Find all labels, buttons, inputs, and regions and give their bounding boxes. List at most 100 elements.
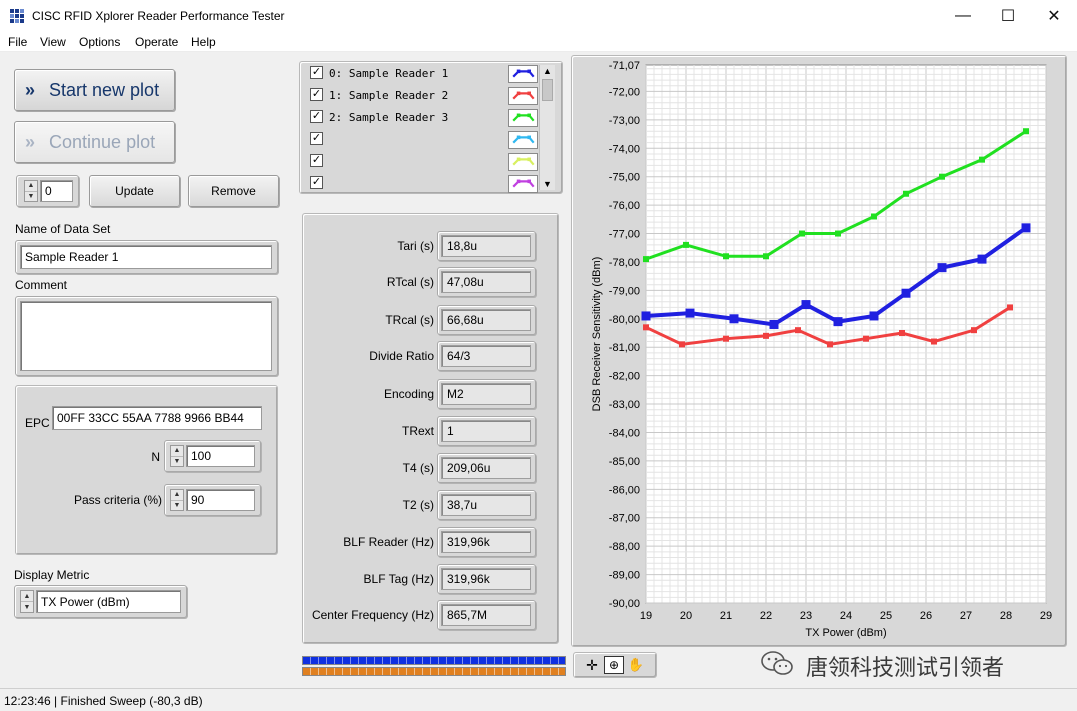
legend-item[interactable]: ✓ <box>308 175 538 195</box>
data-point <box>903 190 909 197</box>
stepper-up-icon[interactable]: ▲ <box>21 591 33 602</box>
pan-hand-icon[interactable]: ✋ <box>626 656 646 674</box>
data-point <box>643 256 649 263</box>
data-point <box>977 254 987 264</box>
progress-bar-bottom <box>302 667 566 676</box>
y-tick-label: -79,00 <box>609 285 640 297</box>
data-point <box>979 156 985 163</box>
legend-plot-swatch-icon[interactable] <box>508 109 538 127</box>
menu-view[interactable]: View <box>40 35 66 49</box>
watermark-text: 唐领科技测试引领者 <box>806 656 1005 681</box>
stepper-down-icon[interactable]: ▼ <box>171 457 183 467</box>
legend-plot-swatch-icon[interactable] <box>508 153 538 171</box>
crosshair-cursor-icon[interactable]: ✛ <box>582 656 602 674</box>
legend-item[interactable]: ✓ 2: Sample Reader 3 <box>308 109 538 129</box>
x-tick-label: 21 <box>720 610 732 622</box>
y-tick-label: -76,00 <box>609 200 640 212</box>
index-stepper[interactable]: ▲ ▼ <box>24 180 38 202</box>
data-point <box>939 173 945 180</box>
scroll-thumb[interactable] <box>542 79 553 101</box>
remove-button[interactable]: Remove <box>188 175 279 207</box>
minimize-button[interactable]: — <box>940 0 986 32</box>
index-input[interactable]: 0 <box>40 180 73 202</box>
comment-input[interactable] <box>20 301 272 371</box>
y-tick-label: -81,00 <box>609 342 640 354</box>
menu-file[interactable]: File <box>8 35 27 49</box>
continue-plot-button[interactable]: » Continue plot <box>14 121 175 163</box>
legend-checkbox[interactable]: ✓ <box>310 110 323 123</box>
data-point <box>1021 223 1031 233</box>
parameter-label: Encoding <box>383 387 434 401</box>
x-tick-label: 23 <box>800 610 812 622</box>
start-new-plot-button[interactable]: » Start new plot <box>14 69 175 111</box>
sensitivity-chart[interactable]: -71,07 -72,00 -73,00 -74,00 -75,00 -76,00 -77,… <box>571 55 1067 647</box>
legend-item[interactable]: ✓ <box>308 131 538 151</box>
y-tick-label: -77,00 <box>609 229 640 241</box>
x-tick-label: 29 <box>1040 610 1052 622</box>
legend-item[interactable]: ✓ 1: Sample Reader 2 <box>308 87 538 107</box>
data-point <box>641 311 651 321</box>
menu-options[interactable]: Options <box>79 35 120 49</box>
stepper-down-icon[interactable]: ▼ <box>25 192 37 202</box>
data-point <box>795 327 801 334</box>
n-stepper[interactable]: ▲ ▼ <box>170 445 184 467</box>
legend-item[interactable]: ✓ 0: Sample Reader 1 <box>308 65 538 85</box>
parameter-label: Center Frequency (Hz) <box>311 608 434 622</box>
epc-input[interactable]: 00FF 33CC 55AA 7788 9966 BB44 <box>52 406 262 430</box>
stepper-down-icon[interactable]: ▼ <box>21 602 33 612</box>
pass-criteria-input[interactable]: 90 <box>186 489 255 511</box>
name-input[interactable]: Sample Reader 1 <box>20 245 272 269</box>
legend-checkbox[interactable]: ✓ <box>310 66 323 79</box>
legend-checkbox[interactable]: ✓ <box>310 154 323 167</box>
y-tick-label: -74,00 <box>609 143 640 155</box>
parameter-label: RTcal (s) <box>386 275 434 289</box>
scroll-down-icon[interactable]: ▼ <box>540 178 555 190</box>
pass-criteria-stepper[interactable]: ▲ ▼ <box>170 489 184 511</box>
legend-checkbox[interactable]: ✓ <box>310 88 323 101</box>
parameter-value: 38,7u <box>441 494 531 516</box>
legend-plot-swatch-icon[interactable] <box>508 65 538 83</box>
data-point <box>685 308 695 318</box>
y-tick-label: -88,00 <box>609 541 640 553</box>
legend-checkbox[interactable]: ✓ <box>310 176 323 189</box>
display-metric-select[interactable]: TX Power (dBm) <box>36 590 181 613</box>
menu-help[interactable]: Help <box>191 35 216 49</box>
stepper-up-icon[interactable]: ▲ <box>171 490 183 501</box>
legend-plot-swatch-icon[interactable] <box>508 131 538 149</box>
stepper-down-icon[interactable]: ▼ <box>171 501 183 511</box>
legend-checkbox[interactable]: ✓ <box>310 132 323 145</box>
x-tick-label: 22 <box>760 610 772 622</box>
wechat-logo-icon <box>761 651 793 675</box>
scroll-up-icon[interactable]: ▲ <box>540 65 555 77</box>
y-tick-label: -86,00 <box>609 484 640 496</box>
update-button[interactable]: Update <box>89 175 180 207</box>
legend-label: 1: Sample Reader 2 <box>329 89 449 102</box>
double-chevron-icon: » <box>25 131 36 152</box>
continue-plot-label: Continue plot <box>49 131 156 152</box>
start-new-plot-label: Start new plot <box>49 79 160 100</box>
y-tick-label: -82,00 <box>609 371 640 383</box>
maximize-button[interactable]: ☐ <box>985 0 1031 32</box>
stepper-up-icon[interactable]: ▲ <box>171 446 183 457</box>
parameter-value: 66,68u <box>441 309 531 331</box>
legend-plot-swatch-icon[interactable] <box>508 87 538 105</box>
close-button[interactable]: ✕ <box>1031 0 1077 32</box>
data-point <box>799 230 805 237</box>
parameter-value: M2 <box>441 383 531 405</box>
n-input[interactable]: 100 <box>186 445 255 467</box>
data-point <box>801 300 811 310</box>
data-point <box>763 253 769 260</box>
legend-plot-swatch-icon[interactable] <box>508 175 538 193</box>
double-chevron-icon: » <box>25 79 36 100</box>
display-metric-label: Display Metric <box>14 568 90 582</box>
n-label: N <box>151 450 160 464</box>
legend-scrollbar[interactable]: ▲ ▼ <box>539 65 555 190</box>
zoom-icon[interactable]: ⊕ <box>604 656 624 674</box>
parameter-value: 64/3 <box>441 345 531 367</box>
stepper-up-icon[interactable]: ▲ <box>25 181 37 192</box>
x-tick-label: 25 <box>880 610 892 622</box>
pass-criteria-label: Pass criteria (%) <box>73 493 162 507</box>
legend-item[interactable]: ✓ <box>308 153 538 173</box>
display-metric-stepper[interactable]: ▲ ▼ <box>20 590 34 613</box>
menu-operate[interactable]: Operate <box>135 35 178 49</box>
